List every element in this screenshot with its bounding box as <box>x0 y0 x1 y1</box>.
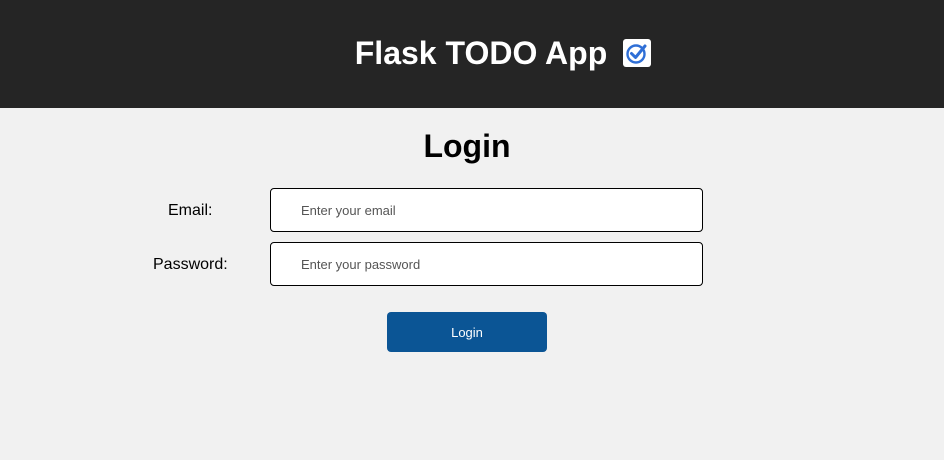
password-field[interactable] <box>270 242 703 286</box>
password-label: Password: <box>153 256 228 273</box>
checkbox-check-icon <box>623 39 652 67</box>
email-label: Email: <box>168 202 213 219</box>
app-title-group: Flask TODO App <box>354 34 652 72</box>
login-form: Login Email: Password: Login <box>0 108 944 460</box>
app-header: Flask TODO App <box>0 0 944 108</box>
login-button[interactable]: Login <box>387 312 547 352</box>
app-title: Flask TODO App <box>354 34 608 71</box>
email-field[interactable] <box>270 188 703 232</box>
page-title: Login <box>423 128 511 164</box>
